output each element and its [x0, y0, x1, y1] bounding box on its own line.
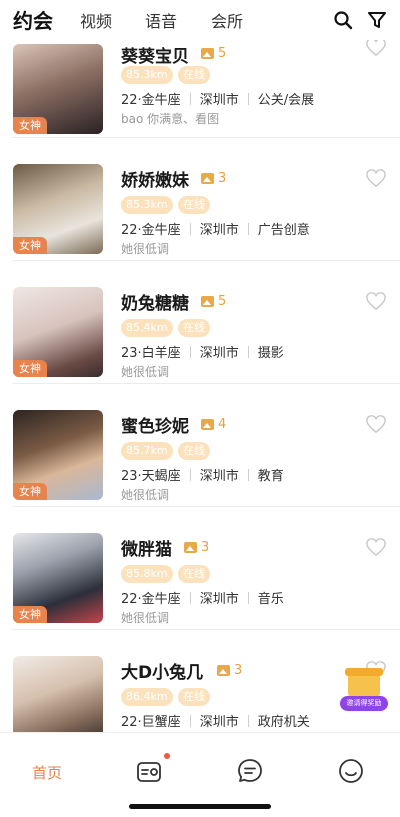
heart-icon[interactable]: [365, 40, 387, 57]
profile-info: 22·金牛座 深圳市 广告创意: [121, 223, 310, 238]
list-item[interactable]: 女神 葵葵宝贝 5 85.3km 在线 22·金牛座 深圳市 公关/会展 bao 你…: [0, 40, 400, 138]
distance-pill: 85.7km: [121, 442, 173, 460]
profile-name: 微胖猫: [121, 540, 172, 560]
profile-info: 22·金牛座 深圳市 公关/会展: [121, 93, 315, 108]
profile-photo[interactable]: 女神: [13, 410, 103, 500]
profile-bio: bao 你满意、看图: [121, 112, 220, 126]
list-item[interactable]: 女神 蜜色珍妮 4 85.7km 在线 23·天蝎座 深圳市 教育 她很低调: [0, 384, 400, 507]
goddess-badge: 女神: [13, 360, 47, 377]
heart-icon[interactable]: [365, 537, 387, 557]
profile-smile-icon[interactable]: [337, 757, 365, 785]
tab-voice[interactable]: 语音: [145, 8, 177, 32]
list-item[interactable]: 女神 奶兔糖糖 5 85.4km 在线 23·白羊座 深圳市 摄影 她很低调: [0, 261, 400, 384]
list-item[interactable]: 女神 娇娇嫩妹 3 85.3km 在线 22·金牛座 深圳市 广告创意 她很低调: [0, 138, 400, 261]
notification-dot: [164, 753, 170, 759]
distance-pill: 85.4km: [121, 319, 173, 337]
online-pill: 在线: [178, 565, 210, 583]
picture-icon: [201, 419, 214, 430]
heart-icon[interactable]: [365, 168, 387, 188]
photo-count: 3: [184, 540, 209, 555]
photo-count: 5: [201, 294, 226, 309]
picture-icon: [217, 665, 230, 676]
profile-bio: 她很低调: [121, 488, 170, 502]
online-pill: 在线: [178, 66, 210, 84]
profile-name: 大D小兔几: [121, 663, 204, 683]
profile-name: 奶兔糖糖: [121, 294, 189, 314]
picture-icon: [201, 48, 214, 59]
profile-name: 蜜色珍妮: [121, 417, 189, 437]
goddess-badge: 女神: [13, 606, 47, 623]
goddess-badge: 女神: [13, 117, 47, 134]
picture-icon: [201, 173, 214, 184]
online-pill: 在线: [178, 688, 210, 706]
photo-count: 3: [201, 171, 226, 186]
profile-list: 女神 葵葵宝贝 5 85.3km 在线 22·金牛座 深圳市 公关/会展 bao 你…: [0, 40, 400, 732]
profile-photo[interactable]: 女神: [13, 287, 103, 377]
heart-icon[interactable]: [365, 414, 387, 434]
profile-photo[interactable]: [13, 656, 103, 732]
tab-home[interactable]: 首页: [32, 762, 62, 783]
online-pill: 在线: [178, 196, 210, 214]
home-indicator: [129, 804, 271, 809]
filter-icon[interactable]: [367, 10, 387, 30]
profile-name: 娇娇嫩妹: [121, 171, 189, 191]
distance-pill: 85.3km: [121, 66, 173, 84]
profile-photo[interactable]: 女神: [13, 44, 103, 134]
online-pill: 在线: [178, 442, 210, 460]
profile-bio: 她很低调: [121, 611, 170, 625]
profile-info: 22·金牛座 深圳市 音乐: [121, 592, 284, 607]
search-icon[interactable]: [333, 10, 353, 30]
profile-photo[interactable]: 女神: [13, 164, 103, 254]
profile-info: 23·白羊座 深圳市 摄影: [121, 346, 284, 361]
invite-reward-button[interactable]: 邀请得奖励: [340, 662, 388, 712]
picture-icon: [201, 296, 214, 307]
profile-name: 葵葵宝贝: [121, 47, 189, 67]
distance-pill: 86.4km: [121, 688, 173, 706]
photo-count: 5: [201, 46, 226, 61]
tab-dating[interactable]: 约会: [13, 5, 53, 34]
picture-icon: [184, 542, 197, 553]
online-pill: 在线: [178, 319, 210, 337]
list-item[interactable]: 女神 微胖猫 3 85.8km 在线 22·金牛座 深圳市 音乐 她很低调: [0, 507, 400, 630]
radio-icon[interactable]: [135, 757, 163, 785]
profile-info: 22·巨蟹座 深圳市 政府机关: [121, 715, 310, 730]
distance-pill: 85.8km: [121, 565, 173, 583]
goddess-badge: 女神: [13, 483, 47, 500]
profile-info: 23·天蝎座 深圳市 教育: [121, 469, 284, 484]
tab-video[interactable]: 视频: [80, 8, 112, 32]
profile-bio: 她很低调: [121, 365, 170, 379]
invite-reward-label: 邀请得奖励: [340, 696, 388, 711]
profile-photo[interactable]: 女神: [13, 533, 103, 623]
photo-count: 3: [217, 663, 242, 678]
distance-pill: 85.3km: [121, 196, 173, 214]
heart-icon[interactable]: [365, 291, 387, 311]
photo-count: 4: [201, 417, 226, 432]
profile-bio: 她很低调: [121, 242, 170, 256]
top-nav: 约会 视频 语音 会所: [0, 0, 400, 40]
tab-club[interactable]: 会所: [211, 8, 243, 32]
message-icon[interactable]: [236, 757, 264, 785]
goddess-badge: 女神: [13, 237, 47, 254]
